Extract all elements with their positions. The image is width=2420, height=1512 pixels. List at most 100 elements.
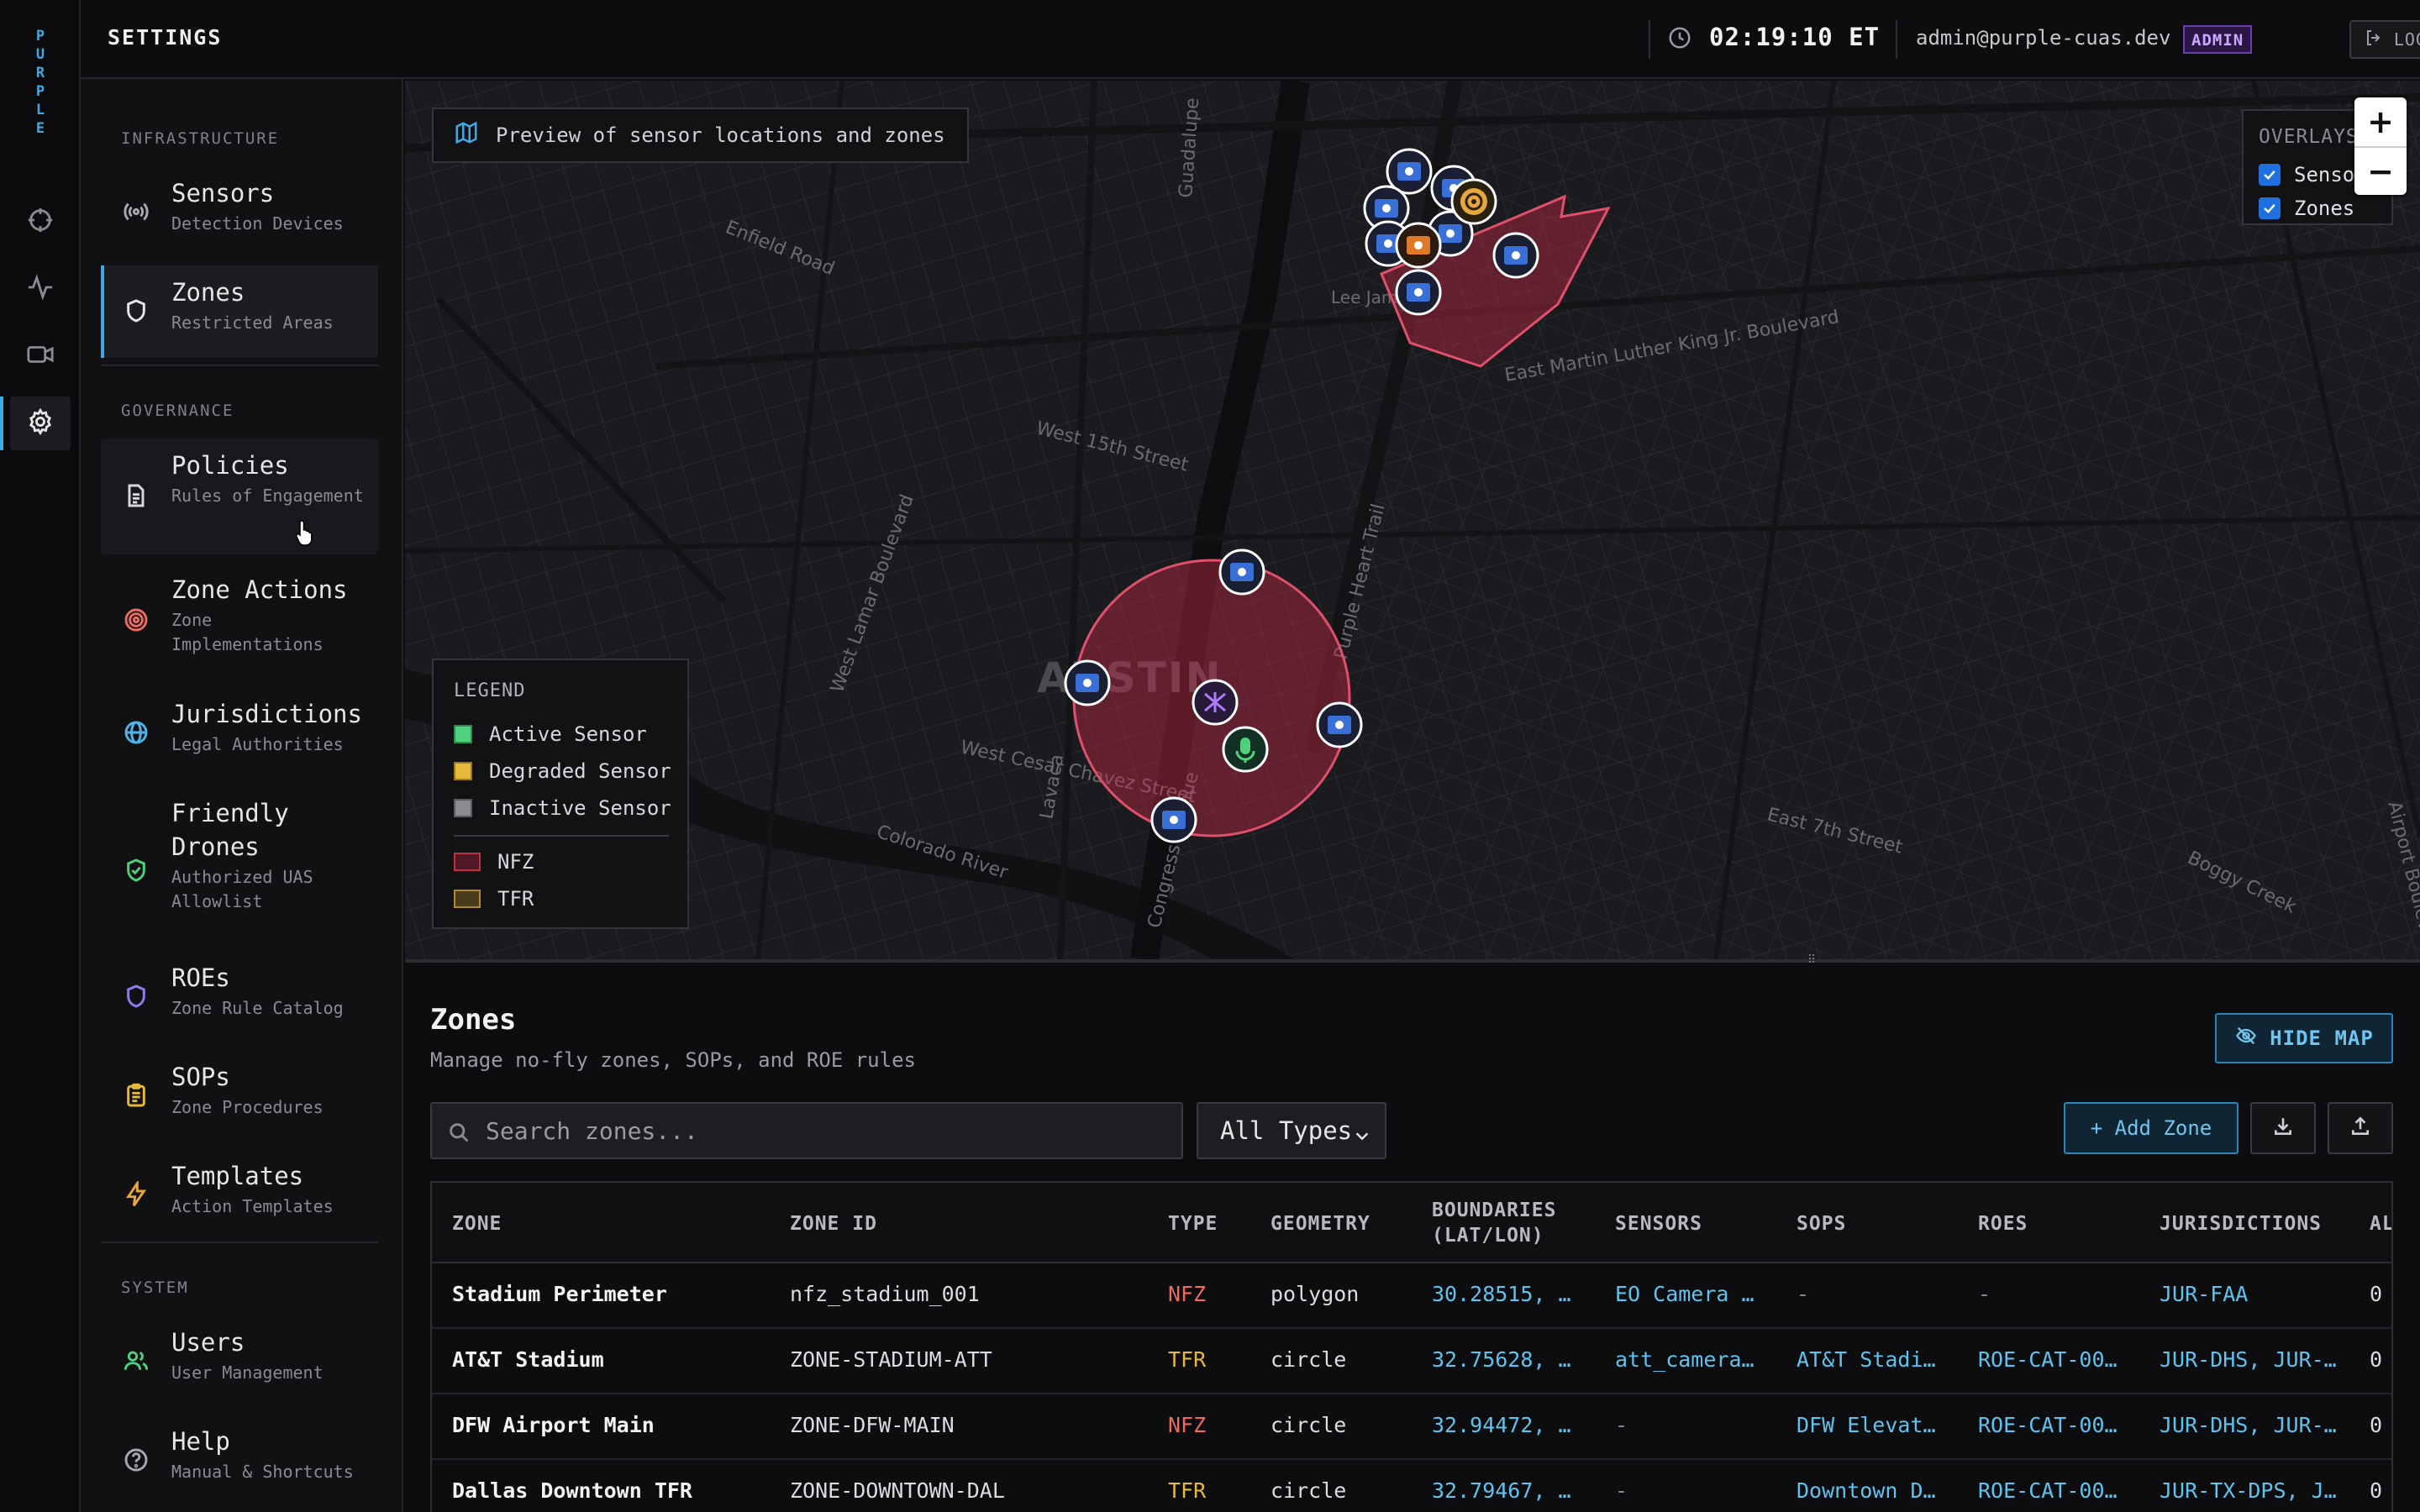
sidebar-item-subtitle: User Management xyxy=(171,1362,324,1383)
cell-jurisdictions[interactable]: JUR-TX-DPS, J… xyxy=(2160,1478,2337,1503)
cell-boundaries[interactable]: 32.79467, … xyxy=(1432,1478,1571,1503)
overlay-toggle-zones[interactable]: Zones xyxy=(2259,197,2354,220)
column-header[interactable]: ROES xyxy=(1978,1211,2028,1236)
cell-al: 0 xyxy=(2370,1347,2383,1372)
section-heading: INFRASTRUCTURE xyxy=(121,129,280,148)
type-filter-select[interactable]: All Types xyxy=(1197,1102,1386,1159)
sidebar-item-jurisdictions[interactable]: Jurisdictions Legal Authorities xyxy=(101,689,378,780)
sidebar-item-subtitle: Action Templates xyxy=(171,1196,334,1216)
logout-button[interactable]: LOGOUT xyxy=(2349,20,2420,59)
sidebar-item-sensors[interactable]: Sensors Detection Devices xyxy=(101,168,378,259)
sidebar-item-help[interactable]: Help Manual & Shortcuts xyxy=(101,1416,378,1507)
document-icon xyxy=(121,480,151,511)
shield-icon xyxy=(121,981,151,1011)
sensor-marker xyxy=(1150,796,1197,843)
cell-boundaries[interactable]: 32.94472, … xyxy=(1432,1413,1571,1437)
add-zone-button[interactable]: + Add Zone xyxy=(2064,1102,2238,1154)
column-header[interactable]: GEOMETRY xyxy=(1270,1211,1370,1236)
upload-button[interactable] xyxy=(2328,1102,2393,1154)
sidebar-item-title: Friendly Drones xyxy=(171,799,289,861)
column-header[interactable]: ZONE ID xyxy=(790,1211,877,1236)
sidebar-item-templates[interactable]: Templates Action Templates xyxy=(101,1151,378,1242)
role-badge: ADMIN xyxy=(2183,25,2253,54)
map-base: West 15th Street East Martin Luther King… xyxy=(405,81,2420,959)
help-icon xyxy=(121,1445,151,1475)
legend-item: NFZ xyxy=(454,850,534,874)
sidebar-item-title: Policies xyxy=(171,451,289,480)
table-row[interactable]: Dallas Downtown TFR ZONE-DOWNTOWN-DAL TF… xyxy=(432,1460,2391,1512)
sensor-marker xyxy=(1064,659,1111,706)
rail-activity-button[interactable] xyxy=(10,262,71,316)
cell-roes[interactable]: ROE-CAT-00… xyxy=(1978,1478,2118,1503)
cell-al: 0 xyxy=(2370,1478,2383,1503)
download-button[interactable] xyxy=(2250,1102,2316,1154)
rail-video-button[interactable] xyxy=(10,329,71,383)
sidebar-item-subtitle: Zone Implementations xyxy=(171,610,324,654)
column-header[interactable]: ZONE xyxy=(452,1211,502,1236)
cell-roes[interactable]: ROE-CAT-00… xyxy=(1978,1347,2118,1372)
column-header[interactable]: BOUNDARIES (LAT/LON) xyxy=(1432,1198,1583,1248)
sidebar-item-title: Users xyxy=(171,1328,245,1357)
zoom-in-button[interactable]: + xyxy=(2354,97,2407,146)
search-field[interactable] xyxy=(430,1102,1183,1159)
sidebar-item-zone-actions[interactable]: Zone Actions Zone Implementations xyxy=(101,563,378,680)
cell-geometry: polygon xyxy=(1270,1282,1360,1306)
sidebar-item-sops[interactable]: SOPs Zone Procedures xyxy=(101,1052,378,1142)
column-header[interactable]: SOPS xyxy=(1797,1211,1846,1236)
cell-sops[interactable]: DFW Elevat… xyxy=(1797,1413,1936,1437)
zoom-out-button[interactable]: − xyxy=(2354,146,2407,195)
brand-logo: PURPLE xyxy=(32,27,49,138)
cell-jurisdictions[interactable]: JUR-FAA xyxy=(2160,1282,2248,1306)
sidebar-item-title: Zone Actions xyxy=(171,575,348,604)
download-icon xyxy=(2272,1116,2294,1141)
column-header[interactable]: TYPE xyxy=(1168,1211,1218,1236)
cell-boundaries[interactable]: 30.28515, … xyxy=(1432,1282,1571,1306)
column-header[interactable]: AL xyxy=(2370,1211,2391,1236)
map-preview[interactable]: West 15th Street East Martin Luther King… xyxy=(405,81,2420,959)
rail-settings-button[interactable] xyxy=(0,396,71,450)
cell-sensors: - xyxy=(1615,1478,1628,1503)
sidebar-item-users[interactable]: Users User Management xyxy=(101,1317,378,1408)
cell-jurisdictions[interactable]: JUR-DHS, JUR-… xyxy=(2160,1347,2337,1372)
brand-letter: R xyxy=(35,65,45,81)
sensor-marker xyxy=(1316,701,1363,748)
column-header[interactable]: SENSORS xyxy=(1615,1211,1702,1236)
search-input[interactable] xyxy=(486,1104,1175,1158)
cell-sops[interactable]: Downtown D… xyxy=(1797,1478,1936,1503)
table-row[interactable]: AT&T Stadium ZONE-STADIUM-ATT TFR circle… xyxy=(432,1329,2391,1394)
cell-sensors[interactable]: EO Camera … xyxy=(1615,1282,1754,1306)
cell-roes: - xyxy=(1978,1282,1991,1306)
cell-al: 0 xyxy=(2370,1282,2383,1306)
cell-boundaries[interactable]: 32.75628, … xyxy=(1432,1347,1571,1372)
sidebar-item-roes[interactable]: ROEs Zone Rule Catalog xyxy=(101,953,378,1043)
radio-waves-icon xyxy=(121,197,151,227)
section-heading: GOVERNANCE xyxy=(121,402,234,420)
brand-letter: E xyxy=(35,120,45,137)
column-header[interactable]: JURISDICTIONS xyxy=(2160,1211,2322,1236)
overlays-title: OVERLAYS xyxy=(2259,126,2359,148)
sidebar-item-title: Jurisdictions xyxy=(171,700,362,728)
table-row[interactable]: Stadium Perimeter nfz_stadium_001 NFZ po… xyxy=(432,1263,2391,1329)
sidebar-item-zones[interactable]: Zones Restricted Areas xyxy=(101,265,378,358)
rail-map-button[interactable] xyxy=(10,195,71,249)
cell-type: TFR xyxy=(1168,1347,1207,1372)
hide-map-button[interactable]: HIDE MAP xyxy=(2215,1013,2393,1063)
legend-swatch xyxy=(454,762,472,780)
cell-type: TFR xyxy=(1168,1478,1207,1503)
table-row[interactable]: DFW Airport Main ZONE-DFW-MAIN NFZ circl… xyxy=(432,1394,2391,1460)
cell-type: NFZ xyxy=(1168,1282,1207,1306)
checkbox-checked[interactable] xyxy=(2259,164,2281,186)
icon-rail: PURPLE xyxy=(0,0,81,1512)
sidebar-item-subtitle: Manual & Shortcuts xyxy=(171,1462,354,1482)
cell-jurisdictions[interactable]: JUR-DHS, JUR-… xyxy=(2160,1413,2337,1437)
sidebar-item-policies[interactable]: Policies Rules of Engagement xyxy=(101,438,378,554)
sidebar-item-subtitle: Zone Procedures xyxy=(171,1097,324,1117)
cell-sensors[interactable]: att_camera… xyxy=(1615,1347,1754,1372)
upload-icon xyxy=(2349,1116,2371,1141)
sensor-marker xyxy=(1492,232,1539,279)
clock: 02:19:10 ET xyxy=(1709,23,1881,51)
checkbox-checked[interactable] xyxy=(2259,197,2281,219)
map-icon xyxy=(454,120,479,150)
cell-sops[interactable]: AT&T Stadi… xyxy=(1797,1347,1936,1372)
cell-roes[interactable]: ROE-CAT-00… xyxy=(1978,1413,2118,1437)
